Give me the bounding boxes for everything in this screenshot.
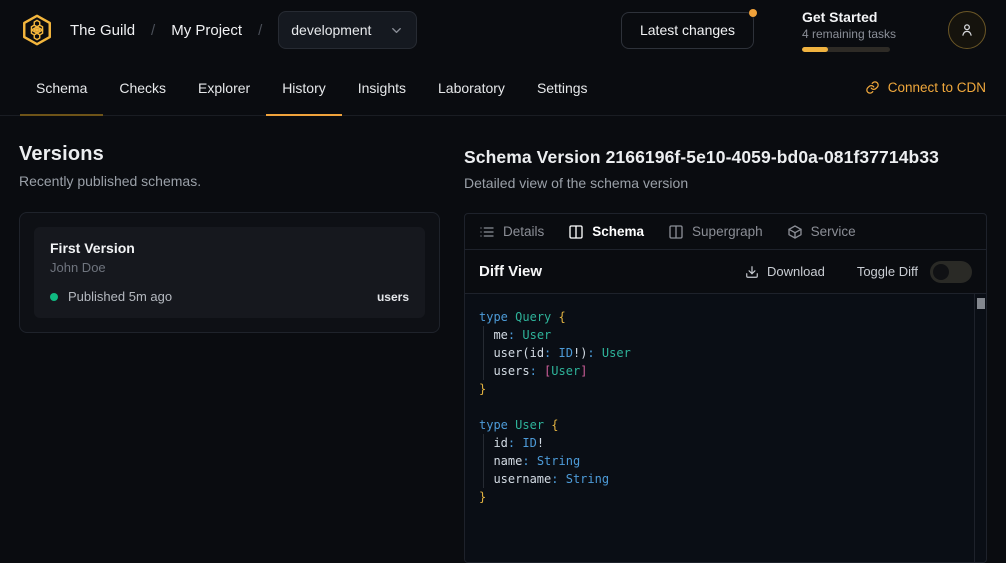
code-line: } <box>479 380 962 398</box>
versions-card: First Version John Doe Published 5m ago use… <box>19 212 440 333</box>
header: The Guild / My Project / development Lat… <box>0 0 1006 60</box>
version-list: First Version John Doe Published 5m ago use… <box>34 227 425 318</box>
columns-icon <box>568 224 584 240</box>
version-name: First Version <box>50 240 409 256</box>
person-icon <box>958 21 976 39</box>
version-meta-row: Published 5m ago users <box>50 289 409 304</box>
versions-subtitle: Recently published schemas. <box>19 173 440 189</box>
primary-nav: SchemaChecksExplorerHistoryInsightsLabor… <box>0 60 1006 116</box>
schema-code[interactable]: type Query { me: User user(id: ID!): Use… <box>465 294 986 520</box>
detail-tab-service[interactable]: Service <box>787 224 856 240</box>
versions-section: Versions Recently published schemas. Fir… <box>19 116 464 563</box>
user-avatar[interactable] <box>948 11 986 49</box>
get-started-widget[interactable]: Get Started 4 remaining tasks <box>802 9 896 52</box>
code-line <box>479 398 962 416</box>
diff-view-title: Diff View <box>479 263 542 280</box>
service-badge: users <box>377 290 409 304</box>
detail-tab-label: Details <box>503 224 544 239</box>
code-scrollbar-thumb[interactable] <box>977 298 985 309</box>
version-detail-section: Schema Version 2166196f-5e10-4059-bd0a-0… <box>464 116 987 563</box>
detail-tabs: Details Schema Supergraph Service <box>465 214 986 250</box>
nav-tabs: SchemaChecksExplorerHistoryInsightsLabor… <box>20 60 604 115</box>
code-line: type User { <box>479 416 962 434</box>
get-started-progress <box>802 47 890 52</box>
nav-tab-explorer[interactable]: Explorer <box>182 60 266 115</box>
get-started-progress-fill <box>802 47 828 52</box>
code-line: type Query { <box>479 308 962 326</box>
app-root: The Guild / My Project / development Lat… <box>0 0 1006 563</box>
get-started-title: Get Started <box>802 9 896 25</box>
download-label: Download <box>767 264 825 279</box>
indent-guide <box>483 326 484 380</box>
latest-changes-label: Latest changes <box>640 22 735 38</box>
version-list-item[interactable]: First Version John Doe Published 5m ago use… <box>34 227 425 318</box>
guild-logo-icon[interactable] <box>20 13 54 47</box>
nav-tab-history[interactable]: History <box>266 60 342 115</box>
main-content: Versions Recently published schemas. Fir… <box>0 116 1006 563</box>
get-started-subtitle: 4 remaining tasks <box>802 27 896 41</box>
chevron-down-icon <box>389 23 404 38</box>
header-right: Latest changes Get Started 4 remaining t… <box>621 9 986 52</box>
connect-cdn-link[interactable]: Connect to CDN <box>865 60 986 115</box>
schema-version-panel: Details Schema Supergraph Service Diff View <box>464 213 987 563</box>
published-status-dot <box>50 293 58 301</box>
code-line: users: [User] <box>479 362 962 380</box>
connect-cdn-label: Connect to CDN <box>888 80 986 95</box>
link-icon <box>865 80 880 95</box>
indent-guide <box>483 434 484 488</box>
version-status: Published 5m ago <box>68 289 172 304</box>
download-icon <box>745 265 759 279</box>
breadcrumb-separator: / <box>258 22 262 39</box>
breadcrumb-project[interactable]: My Project <box>171 22 242 39</box>
nav-tab-laboratory[interactable]: Laboratory <box>422 60 521 115</box>
detail-tab-label: Supergraph <box>692 224 763 239</box>
code-line: username: String <box>479 470 962 488</box>
detail-tab-label: Schema <box>592 224 644 239</box>
detail-tab-details[interactable]: Details <box>479 224 544 240</box>
nav-tab-checks[interactable]: Checks <box>103 60 182 115</box>
toggle-diff-label: Toggle Diff <box>857 264 918 279</box>
code-line: user(id: ID!): User <box>479 344 962 362</box>
latest-changes-button[interactable]: Latest changes <box>621 12 754 49</box>
code-viewer: type Query { me: User user(id: ID!): Use… <box>465 294 986 562</box>
toggle-knob <box>933 264 949 280</box>
toggle-diff-switch[interactable] <box>930 261 972 283</box>
versions-title: Versions <box>19 143 440 166</box>
breadcrumb: The Guild / My Project / <box>70 22 262 39</box>
code-scrollbar[interactable] <box>974 294 986 562</box>
nav-tab-schema[interactable]: Schema <box>20 60 103 115</box>
notification-dot <box>749 9 757 17</box>
detail-tab-label: Service <box>811 224 856 239</box>
version-author: John Doe <box>50 260 409 275</box>
download-button[interactable]: Download <box>745 264 825 279</box>
diff-toolbar: Diff View Download <box>465 250 986 294</box>
version-detail-title: Schema Version 2166196f-5e10-4059-bd0a-0… <box>464 147 987 168</box>
list-icon <box>479 224 495 240</box>
code-line: } <box>479 488 962 506</box>
target-selector-value: development <box>291 22 371 38</box>
code-line: id: ID! <box>479 434 962 452</box>
breadcrumb-org[interactable]: The Guild <box>70 22 135 39</box>
columns-icon <box>668 224 684 240</box>
nav-tab-insights[interactable]: Insights <box>342 60 422 115</box>
version-detail-subtitle: Detailed view of the schema version <box>464 175 987 191</box>
cube-icon <box>787 224 803 240</box>
detail-tab-supergraph[interactable]: Supergraph <box>668 224 763 240</box>
diff-toolbar-actions: Download Toggle Diff <box>745 261 972 283</box>
code-line: me: User <box>479 326 962 344</box>
code-line: name: String <box>479 452 962 470</box>
detail-tab-schema[interactable]: Schema <box>568 224 644 240</box>
nav-tab-settings[interactable]: Settings <box>521 60 604 115</box>
target-selector[interactable]: development <box>278 11 417 49</box>
breadcrumb-separator: / <box>151 22 155 39</box>
